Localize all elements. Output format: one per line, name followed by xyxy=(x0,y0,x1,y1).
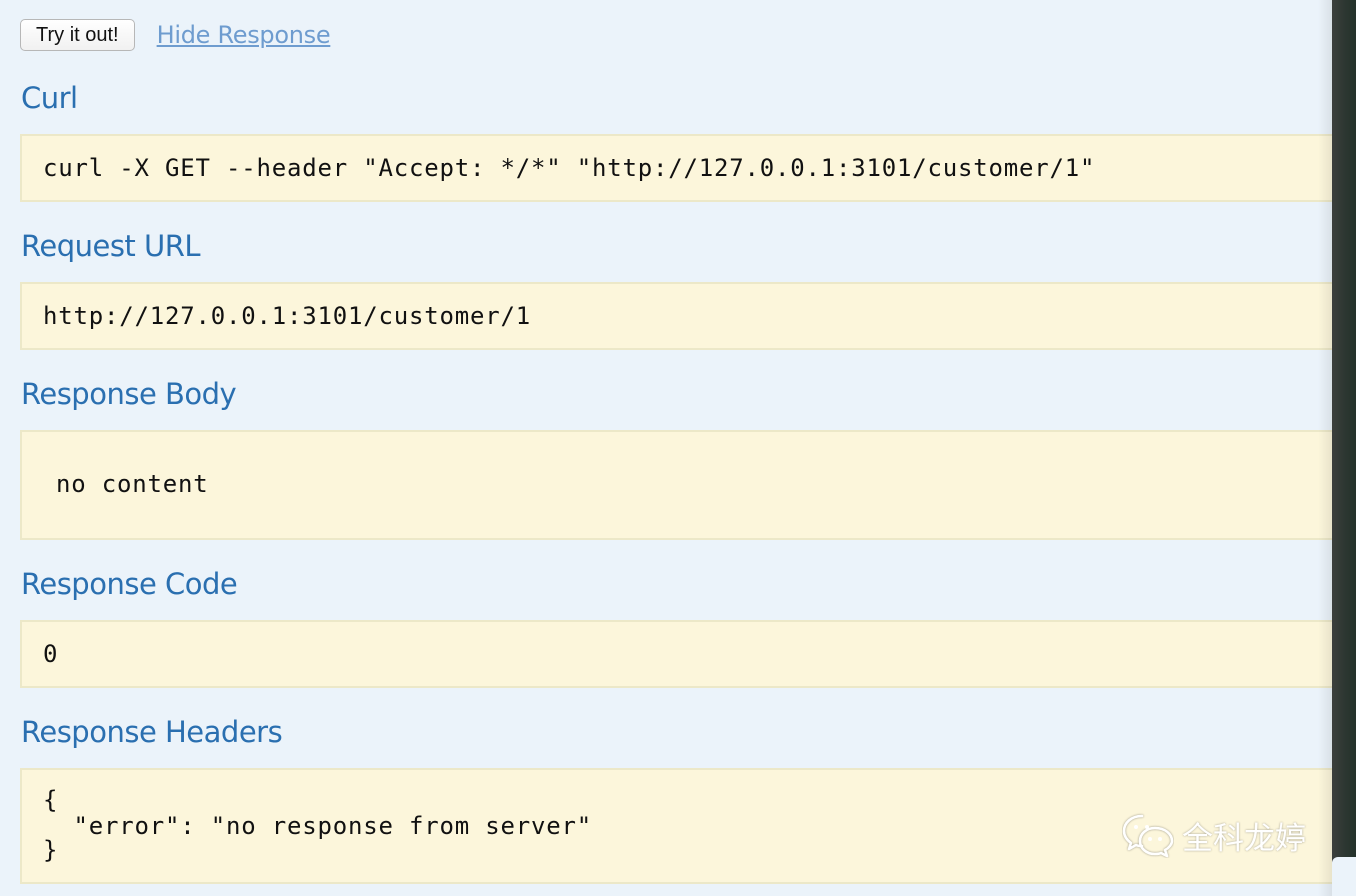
response-code-heading: Response Code xyxy=(21,567,238,601)
curl-block: curl -X GET --header "Accept: */*" "http… xyxy=(20,134,1340,202)
response-headers-line: } xyxy=(43,836,59,864)
response-body-block: no content xyxy=(20,430,1340,540)
curl-command: curl -X GET --header "Accept: */*" "http… xyxy=(43,154,1096,182)
request-url-heading: Request URL xyxy=(21,229,201,263)
swagger-response-panel: Try it out! Hide Response Curl curl -X G… xyxy=(0,0,1340,896)
watermark: 全科龙婷 xyxy=(1122,812,1306,858)
response-body-heading: Response Body xyxy=(21,377,237,411)
window-corner xyxy=(1332,857,1356,896)
request-url-block: http://127.0.0.1:3101/customer/1 xyxy=(20,282,1340,350)
try-it-out-button[interactable]: Try it out! xyxy=(20,19,135,51)
response-code-block: 0 xyxy=(20,620,1340,688)
curl-heading: Curl xyxy=(21,81,78,115)
request-url-value: http://127.0.0.1:3101/customer/1 xyxy=(43,302,531,330)
watermark-text: 全科龙婷 xyxy=(1182,820,1306,857)
response-code-value: 0 xyxy=(43,640,59,668)
response-headers-heading: Response Headers xyxy=(21,715,283,749)
response-body-value: no content xyxy=(56,470,209,498)
operation-toolbar: Try it out! Hide Response xyxy=(20,18,331,52)
response-headers-line: { xyxy=(43,786,59,814)
scroll-shadow xyxy=(1318,0,1332,896)
wechat-icon xyxy=(1122,814,1174,858)
response-headers-line: "error": "no response from server" xyxy=(43,812,592,840)
window-edge xyxy=(1332,0,1356,896)
hide-response-link[interactable]: Hide Response xyxy=(157,21,331,49)
